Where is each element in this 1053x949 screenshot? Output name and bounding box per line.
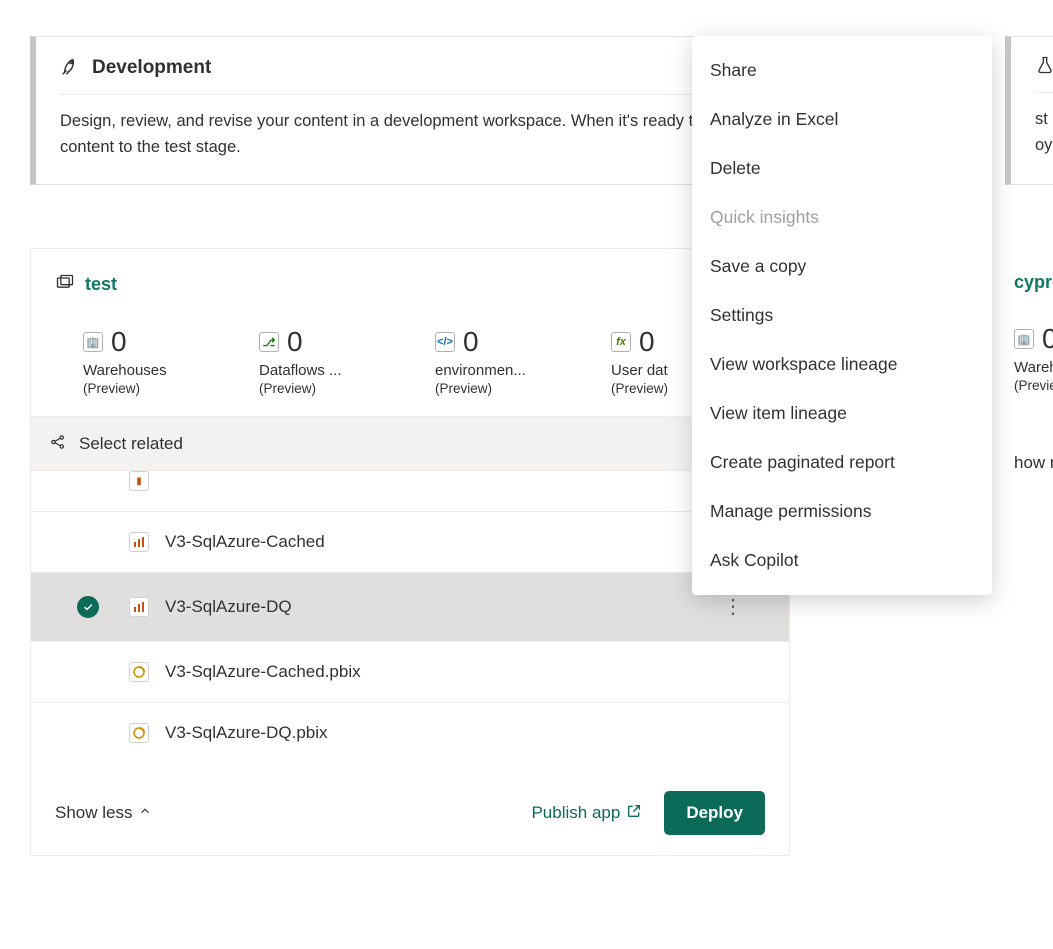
stage-card-test: Test st and v oy the xyxy=(1005,36,1053,185)
select-related-label[interactable]: Select related xyxy=(79,434,183,454)
item-name: V3-SqlAzure-DQ.pbix xyxy=(165,723,328,743)
list-item[interactable]: V3-SqlAzure-DQ.pbix xyxy=(31,703,789,763)
stage2-header: Test xyxy=(1035,55,1053,93)
workspace2-name[interactable]: cypres xyxy=(1014,272,1053,293)
metric-value: 0 xyxy=(111,326,127,358)
context-menu: Share Analyze in Excel Delete Quick insi… xyxy=(692,36,992,595)
metric-value: 0 xyxy=(639,326,655,358)
stage-title: Development xyxy=(92,57,211,79)
ctx-settings[interactable]: Settings xyxy=(692,291,992,340)
show-less-label: Show less xyxy=(55,803,132,823)
stage2-description: st and v oy the xyxy=(1035,107,1053,158)
ctx-ask-copilot[interactable]: Ask Copilot xyxy=(692,536,992,585)
dataset-icon xyxy=(129,597,149,617)
panel-footer: Show less Publish app Deploy xyxy=(55,763,765,835)
metric-userdata[interactable]: fx 0 User dat (Preview) xyxy=(611,326,701,396)
pbix-icon xyxy=(129,723,149,743)
chevron-up-icon xyxy=(138,803,152,823)
list-item[interactable]: V3-SqlAzure-Cached.pbix xyxy=(31,642,789,703)
external-link-icon xyxy=(626,803,642,824)
workspace-panel-secondary: cypres 🏢 0 Wareh (Previe how m xyxy=(990,248,1053,493)
check-icon[interactable] xyxy=(77,596,99,618)
metric-preview: (Preview) xyxy=(435,381,585,396)
more-options-icon[interactable]: ⋮ xyxy=(715,593,751,621)
ctx-quick-insights: Quick insights xyxy=(692,193,992,242)
dataset-icon xyxy=(129,532,149,552)
item-name: V3-SqlAzure-Cached xyxy=(165,532,325,552)
rocket-icon xyxy=(60,55,82,80)
warehouse-icon: 🏢 xyxy=(1014,329,1034,349)
workspace-panel: test 🏢 0 Warehouses (Preview) ⎇ 0 Datafl… xyxy=(30,248,790,856)
show-less-toggle[interactable]: Show less xyxy=(55,803,152,823)
ctx-save-copy[interactable]: Save a copy xyxy=(692,242,992,291)
metric-environments[interactable]: </> 0 environmen... (Preview) xyxy=(435,326,585,396)
metric-value: 0 xyxy=(1042,323,1053,355)
metric-preview: (Previe xyxy=(1014,378,1053,393)
metric-label: User dat xyxy=(611,362,701,379)
select-related-bar: Select related ✕ 1 s xyxy=(31,416,789,471)
dataset-icon: ▮ xyxy=(129,471,149,491)
flask-icon xyxy=(1035,55,1053,78)
show-more-partial[interactable]: how m xyxy=(1014,453,1053,473)
ctx-analyze-excel[interactable]: Analyze in Excel xyxy=(692,95,992,144)
metric-preview: (Preview) xyxy=(259,381,409,396)
ctx-share[interactable]: Share xyxy=(692,46,992,95)
ctx-view-workspace-lineage[interactable]: View workspace lineage xyxy=(692,340,992,389)
warehouse-icon: 🏢 xyxy=(83,332,103,352)
metric-label: Dataflows ... xyxy=(259,362,409,379)
metric-label: Warehouses xyxy=(83,362,233,379)
workspace-title-row[interactable]: test xyxy=(55,273,765,296)
deploy-button[interactable]: Deploy xyxy=(664,791,765,835)
publish-label: Publish app xyxy=(531,803,620,823)
metric-preview: (Preview) xyxy=(611,381,701,396)
metric-value: 0 xyxy=(287,326,303,358)
metric-warehouses-2[interactable]: 🏢 0 Wareh (Previe xyxy=(1014,323,1053,393)
pbix-icon xyxy=(129,662,149,682)
metric-label: environmen... xyxy=(435,362,585,379)
metric-value: 0 xyxy=(463,326,479,358)
metric-label: Wareh xyxy=(1014,359,1053,376)
list-item[interactable]: V3-SqlAzure-Cached xyxy=(31,512,789,573)
environment-icon: </> xyxy=(435,332,455,352)
publish-app-link[interactable]: Publish app xyxy=(531,803,642,824)
item-list: ▮ x V3-SqlAzure-Cached V3-SqlAzure-DQ ⋮ … xyxy=(31,471,789,763)
metrics-row: 🏢 0 Warehouses (Preview) ⎇ 0 Dataflows .… xyxy=(55,326,765,396)
item-name: V3-SqlAzure-DQ xyxy=(165,597,292,617)
metric-warehouses[interactable]: 🏢 0 Warehouses (Preview) xyxy=(83,326,233,396)
fx-icon: fx xyxy=(611,332,631,352)
metric-dataflows[interactable]: ⎇ 0 Dataflows ... (Preview) xyxy=(259,326,409,396)
list-item[interactable]: ▮ x xyxy=(31,471,789,512)
ctx-create-paginated-report[interactable]: Create paginated report xyxy=(692,438,992,487)
share-icon xyxy=(49,433,67,454)
dataflow-icon: ⎇ xyxy=(259,332,279,352)
ctx-manage-permissions[interactable]: Manage permissions xyxy=(692,487,992,536)
workspace-icon xyxy=(55,273,75,296)
workspace-name: test xyxy=(85,274,117,295)
ctx-view-item-lineage[interactable]: View item lineage xyxy=(692,389,992,438)
list-item-selected[interactable]: V3-SqlAzure-DQ ⋮ xyxy=(31,573,789,642)
metric-preview: (Preview) xyxy=(83,381,233,396)
ctx-delete[interactable]: Delete xyxy=(692,144,992,193)
item-name: V3-SqlAzure-Cached.pbix xyxy=(165,662,361,682)
